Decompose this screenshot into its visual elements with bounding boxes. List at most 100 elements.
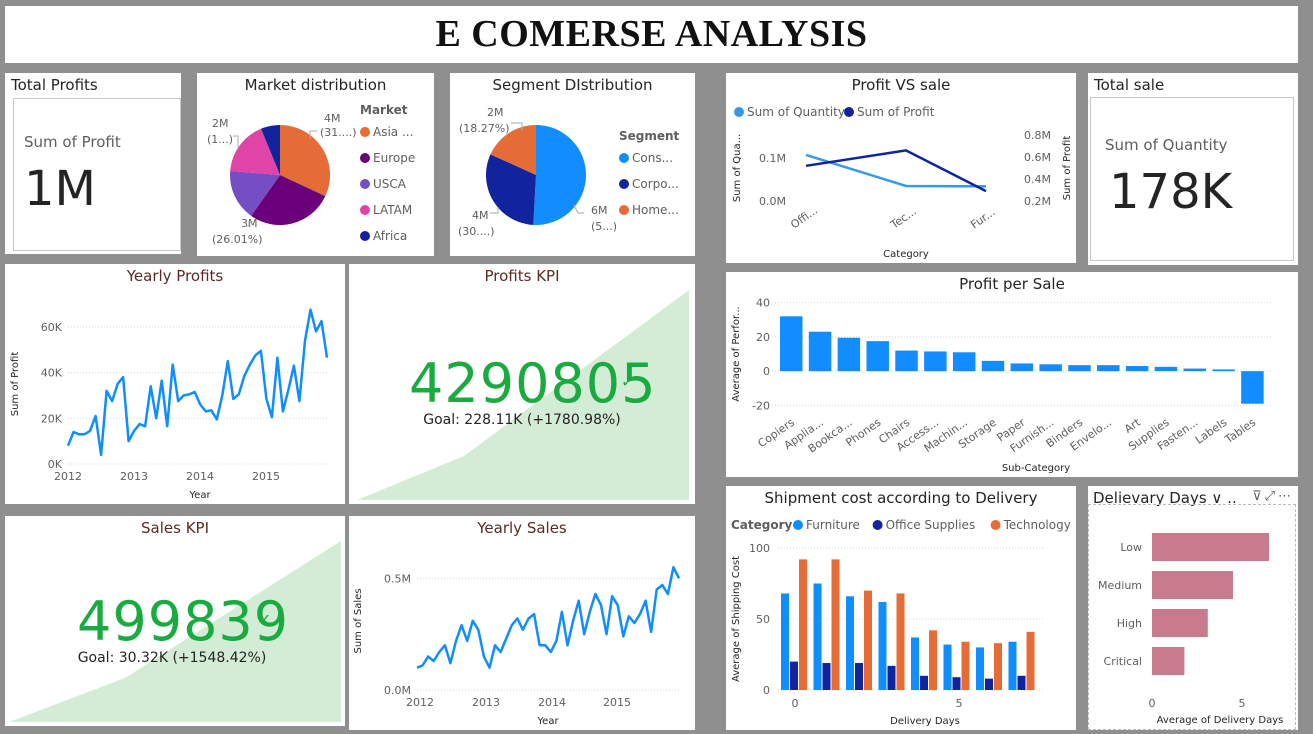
total-profits-card[interactable]: Total Profits Sum of Profit 1M <box>5 73 181 254</box>
sales-kpi-goal: Goal: 30.32K (+1548.42%) <box>77 650 267 666</box>
y-tick-label: 20 <box>756 331 770 344</box>
total-sale-title: Total sale <box>1094 76 1165 94</box>
y-tick-label: 0 <box>763 684 770 697</box>
bar <box>895 350 918 372</box>
yearly-sales-chart[interactable]: 0.5M0.0M2012 2013 2014 2015YearSum of Sales <box>349 516 695 730</box>
y-tick-label: 20K <box>41 412 63 425</box>
legend-marker <box>734 107 744 117</box>
market-distribution-panel[interactable]: Market distribution Market Asia ... Europe… <box>197 73 434 256</box>
data-label: (18.27%) <box>459 122 510 135</box>
x-axis-title: Category <box>883 249 929 260</box>
bar <box>866 341 889 372</box>
market-pie-chart[interactable]: Market Asia ... Europe USCA LATAM Africa 4M(31… <box>197 73 434 256</box>
y-axis-title: Sum of Qua... <box>732 134 743 202</box>
series-line <box>416 565 681 669</box>
x-tick-label: 2014 <box>538 696 566 709</box>
total-sale-value: 178K <box>1109 164 1233 220</box>
x-tick-label: Fur... <box>968 205 997 231</box>
legend-label: Sum of Profit <box>857 105 935 119</box>
x-tick-label: 2015 <box>603 696 631 709</box>
legend-marker <box>990 520 1001 530</box>
data-label: (5...) <box>591 220 617 233</box>
leader-line <box>573 204 584 214</box>
x-tick-label: Labels <box>1193 416 1230 447</box>
bar <box>831 559 840 690</box>
legend-title: Category <box>731 518 793 532</box>
legend-label: Technology <box>1003 518 1071 532</box>
legend-label: Africa <box>373 229 407 243</box>
series-line-quantity <box>805 153 987 188</box>
legend-label: Cons... <box>632 151 673 165</box>
sales-kpi-panel[interactable]: Sales KPI 499839 ✓ Goal: 30.32K (+1548.4… <box>5 516 345 726</box>
data-label: (1...) <box>207 133 233 146</box>
bar <box>1154 366 1178 372</box>
total-profits-title: Total Profits <box>11 76 98 94</box>
x-tick-label: 5 <box>956 697 963 710</box>
total-sale-card[interactable]: Total sale Sum of Quantity 178K <box>1088 73 1298 265</box>
y-tick-label: 40K <box>41 367 63 380</box>
legend-label: Sum of Quantity <box>747 105 845 119</box>
x-axis-title: Average of Delivery Days <box>1157 715 1284 726</box>
data-label: (30....) <box>458 225 495 238</box>
x-tick-label: 2014 <box>186 470 214 483</box>
bar <box>822 663 831 690</box>
legend-marker <box>619 153 629 163</box>
profit-vs-sale-panel[interactable]: Profit VS sale Sum of Quantity Sum of Pro… <box>726 73 1076 263</box>
bar <box>1152 609 1208 637</box>
x-tick-label: Tables <box>1222 416 1258 447</box>
bar <box>1241 371 1264 404</box>
profits-kpi-panel[interactable]: Profits KPI 4290805 ✓ Goal: 228.11K (+17… <box>349 264 695 504</box>
series-line <box>66 308 329 457</box>
y-tick-label: 40 <box>756 297 770 310</box>
delivery-days-panel[interactable]: Delievary Days ∨ ... ⊽⤢⋯ Low Medium High Cr… <box>1088 486 1298 730</box>
delivery-days-chart[interactable]: Low Medium High Critical 0 5 Average of Delive… <box>1088 486 1298 730</box>
profit-per-sale-panel[interactable]: Profit per Sale 40 20 0 -20 Copiers Applia...… <box>726 272 1298 477</box>
shipment-cost-panel[interactable]: Shipment cost according to Delivery Cate… <box>726 486 1076 730</box>
x-tick-label: 2015 <box>252 470 280 483</box>
bar <box>1010 363 1034 372</box>
bar <box>929 630 937 690</box>
leader-line <box>490 207 499 214</box>
x-tick-label: 5 <box>1239 697 1246 710</box>
legend-label: Furniture <box>806 518 860 532</box>
bar <box>790 661 798 690</box>
y-axis-title: Sum of Profit <box>1062 136 1073 201</box>
bar <box>1068 365 1091 372</box>
legend-marker <box>360 179 370 189</box>
bar <box>813 583 822 690</box>
bar <box>981 360 1005 372</box>
bar <box>837 337 861 372</box>
legend-marker <box>360 205 370 215</box>
pie-slice <box>533 125 586 225</box>
y-tick-label: 100 <box>749 542 770 555</box>
y-tick-right: 0.4M <box>1024 173 1051 186</box>
data-label: 6M <box>591 204 608 217</box>
y-tick-right: 0.2M <box>1024 195 1051 208</box>
profit-vs-sale-chart[interactable]: Sum of Quantity Sum of Profit 0.1M 0.0M 0.8M… <box>726 73 1076 263</box>
total-sale-frame: Sum of Quantity 178K <box>1090 97 1294 261</box>
segment-distribution-panel[interactable]: Segment DIstribution Segment Cons... Corpo… <box>450 73 695 256</box>
legend-marker <box>619 179 629 189</box>
bar <box>864 590 872 690</box>
data-label: (31....) <box>320 126 357 139</box>
y-axis-title: Average of Shipping Cost <box>731 556 742 682</box>
y-tick-label: -20 <box>752 399 770 412</box>
segment-pie-chart[interactable]: Segment Cons... Corpo... Home... 2M (18.27%) 4… <box>450 73 695 256</box>
profit-per-sale-chart[interactable]: 40200-20CopiersApplia...Bookca...PhonesC… <box>726 272 1298 477</box>
y-tick-label: Critical <box>1104 655 1142 668</box>
yearly-sales-panel[interactable]: Yearly Sales 0.5M 0.0M 2012 2013 2014 2015 Yea… <box>349 516 695 730</box>
y-tick-right: 0.6M <box>1024 151 1051 164</box>
leader-line <box>233 135 239 149</box>
legend-marker <box>360 153 370 163</box>
shipment-cost-chart[interactable]: Category Furniture Office Supplies Technolo… <box>726 486 1076 730</box>
x-axis-title: Year <box>188 490 211 501</box>
y-tick-label: High <box>1117 617 1142 630</box>
bar <box>943 644 952 690</box>
bar <box>952 352 976 372</box>
legend-label: Office Supplies <box>886 518 976 532</box>
y-tick-left: 0.1M <box>759 152 786 165</box>
yearly-profits-chart[interactable]: 60K40K20K0K2012 2013 2014 2015YearSum of Pr… <box>5 264 345 504</box>
bar <box>1152 533 1269 561</box>
legend-title: Segment <box>619 129 680 143</box>
yearly-profits-panel[interactable]: Yearly Profits 60K 40K 20K 0K 2012 2013 2014 20… <box>5 264 345 504</box>
